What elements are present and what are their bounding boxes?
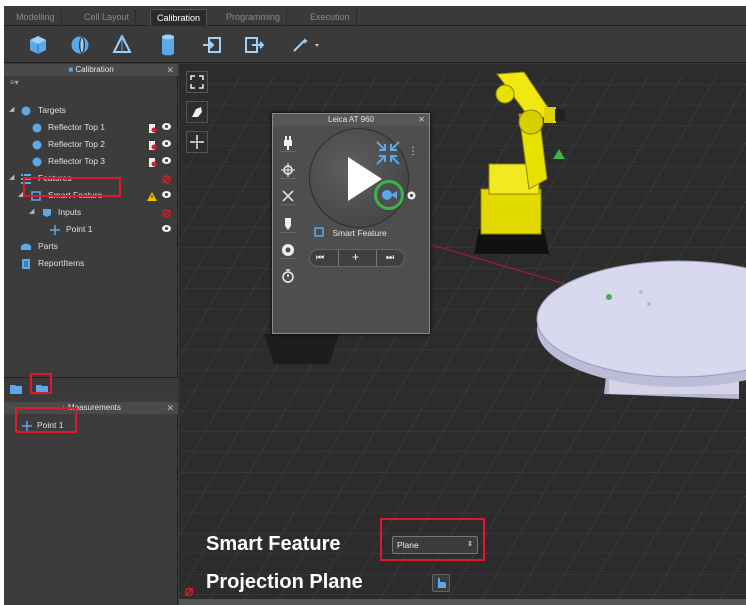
tree-item-inputs[interactable]: ◢ Inputs bbox=[4, 204, 178, 220]
skip-forward-icon[interactable]: ⏭ bbox=[386, 252, 394, 263]
tree-label-reflector-top-2: Reflector Top 2 bbox=[48, 139, 106, 149]
warning-doc-icon bbox=[148, 156, 157, 167]
import-icon[interactable] bbox=[200, 33, 224, 57]
fit-view-icon[interactable] bbox=[186, 71, 208, 93]
hidden-icon[interactable] bbox=[162, 207, 171, 218]
highlight-smart-feature-tree bbox=[23, 177, 121, 197]
more-vertical-icon[interactable]: ⋮ bbox=[408, 146, 418, 157]
power-plug-icon[interactable] bbox=[279, 134, 297, 152]
warning-doc-icon bbox=[148, 122, 157, 133]
parts-icon bbox=[21, 241, 31, 251]
export-icon[interactable] bbox=[242, 33, 266, 57]
playback-controls: ⏮ + ⏭ bbox=[309, 249, 405, 267]
tree-item-reportitems[interactable]: ReportItems bbox=[4, 255, 178, 271]
left-dock: ■ Calibration ✕ ≡▾ ◢ Targets Reflector T… bbox=[4, 64, 178, 605]
close-icon[interactable]: ✕ bbox=[418, 114, 425, 126]
report-icon bbox=[21, 258, 31, 269]
main-tab-bar: Modelling Cell Layout Calibration Progra… bbox=[4, 6, 746, 26]
panel-menu-icon[interactable]: ≡▾ bbox=[10, 78, 19, 87]
add-point-icon[interactable]: + bbox=[352, 250, 359, 264]
warning-doc-icon bbox=[148, 139, 157, 150]
probe-icon[interactable] bbox=[279, 215, 297, 233]
expand-icon[interactable]: ◢ bbox=[9, 102, 17, 118]
aperture-icon[interactable] bbox=[279, 241, 297, 259]
calibration-panel-header: ■ Calibration ✕ bbox=[4, 64, 178, 76]
gear-icon[interactable] bbox=[406, 190, 417, 203]
camera-button[interactable] bbox=[374, 180, 404, 210]
sphere-icon[interactable] bbox=[68, 33, 92, 57]
cone-icon[interactable] bbox=[110, 33, 134, 57]
close-icon[interactable]: ✕ bbox=[166, 64, 174, 76]
hidden-icon[interactable] bbox=[162, 173, 171, 184]
highlight-smart-feature-select bbox=[380, 518, 485, 561]
center-target-icon[interactable] bbox=[186, 131, 208, 153]
eye-icon[interactable] bbox=[162, 191, 171, 198]
tree-label-targets: Targets bbox=[38, 105, 66, 115]
eye-icon[interactable] bbox=[162, 140, 171, 147]
compress-icon[interactable] bbox=[375, 140, 401, 168]
pick-plane-button[interactable] bbox=[432, 574, 450, 592]
folder-icon[interactable] bbox=[10, 384, 22, 396]
tab-modelling[interactable]: Modelling bbox=[10, 9, 62, 26]
crosshair-icon[interactable] bbox=[279, 161, 297, 179]
skip-back-icon[interactable]: ⏮ bbox=[316, 252, 324, 263]
tree-item-reflector-top-1[interactable]: Reflector Top 1 bbox=[4, 119, 178, 135]
leica-tracker-panel: Leica AT 960 ✕ ⋮ Smart Feature ⏮ + ⏭ bbox=[272, 113, 430, 334]
tree-label-parts: Parts bbox=[38, 241, 58, 251]
tree-item-parts[interactable]: Parts bbox=[4, 238, 178, 254]
cancel-x-icon[interactable] bbox=[279, 187, 297, 205]
reflector-icon bbox=[32, 139, 42, 150]
smart-feature-icon bbox=[314, 227, 324, 237]
reflector-icon bbox=[32, 156, 42, 167]
expand-icon[interactable]: ◢ bbox=[29, 204, 37, 220]
magic-wand-dropdown-icon[interactable] bbox=[288, 33, 324, 57]
highlight-folder-button bbox=[30, 373, 52, 394]
expand-icon[interactable]: ◢ bbox=[9, 170, 17, 186]
status-strip bbox=[179, 599, 746, 605]
inputs-icon bbox=[42, 207, 52, 217]
tab-calibration[interactable]: Calibration bbox=[150, 9, 208, 26]
hand-pointer-icon bbox=[438, 578, 446, 588]
warning-icon bbox=[147, 190, 157, 201]
tree-label-inputs: Inputs bbox=[58, 207, 82, 217]
cube-icon[interactable] bbox=[26, 33, 50, 57]
tree-item-reflector-top-3[interactable]: Reflector Top 3 bbox=[4, 153, 178, 169]
tab-programming[interactable]: Programming bbox=[220, 9, 288, 26]
projection-plane-label: Projection Plane bbox=[206, 571, 363, 593]
tab-execution[interactable]: Execution bbox=[304, 9, 357, 26]
tree-item-point-1[interactable]: Point 1 bbox=[4, 221, 178, 237]
leica-panel-header: Leica AT 960 ✕ bbox=[273, 114, 429, 126]
app-window: Modelling Cell Layout Calibration Progra… bbox=[4, 6, 746, 605]
eye-icon[interactable] bbox=[162, 225, 171, 232]
targets-icon bbox=[21, 105, 31, 116]
tree-item-targets[interactable]: ◢ Targets bbox=[4, 102, 178, 118]
tree-item-reflector-top-2[interactable]: Reflector Top 2 bbox=[4, 136, 178, 152]
calibration-panel-title: Calibration bbox=[75, 65, 114, 74]
point-plus-icon bbox=[50, 224, 60, 235]
timer-icon[interactable] bbox=[279, 267, 297, 285]
smart-feature-overlay-label: Smart Feature bbox=[206, 533, 341, 555]
leica-panel-title: Leica AT 960 bbox=[328, 115, 374, 124]
leica-feature-label: Smart Feature bbox=[332, 228, 387, 238]
tree-label-reflector-top-3: Reflector Top 3 bbox=[48, 156, 106, 166]
tree-label-reportitems: ReportItems bbox=[38, 258, 85, 268]
eye-icon[interactable] bbox=[162, 123, 171, 130]
tree-label-point-1: Point 1 bbox=[66, 224, 93, 234]
leica-feature-row[interactable]: Smart Feature bbox=[314, 226, 387, 240]
cylinder-icon[interactable] bbox=[156, 33, 180, 57]
view-hand-icon[interactable] bbox=[186, 101, 208, 123]
close-icon[interactable]: ✕ bbox=[166, 402, 174, 414]
tab-cell-layout[interactable]: Cell Layout bbox=[78, 9, 137, 26]
toolbar bbox=[4, 27, 746, 63]
eye-icon[interactable] bbox=[162, 157, 171, 164]
hidden-icon[interactable] bbox=[184, 587, 194, 599]
reflector-icon bbox=[32, 122, 42, 133]
highlight-measurement-point bbox=[15, 407, 77, 433]
tree-label-reflector-top-1: Reflector Top 1 bbox=[48, 122, 106, 132]
